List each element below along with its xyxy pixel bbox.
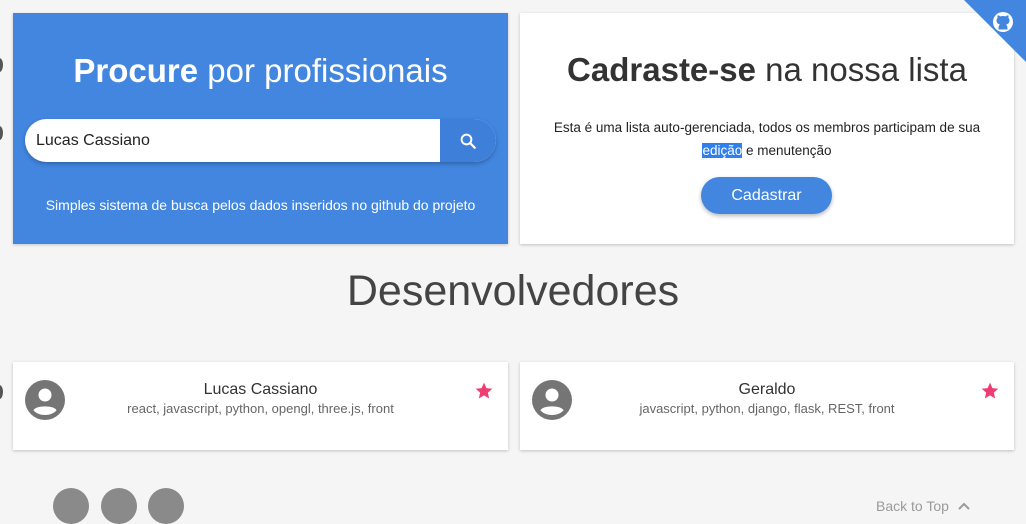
- search-title-rest: por profissionais: [207, 52, 448, 89]
- register-title: Cadraste-se na nossa lista: [520, 50, 1014, 90]
- floating-action-button[interactable]: [148, 488, 184, 524]
- github-icon: [964, 0, 1026, 62]
- back-to-top-link[interactable]: Back to Top: [876, 497, 971, 515]
- search-input[interactable]: [25, 119, 440, 162]
- register-button[interactable]: Cadastrar: [701, 177, 832, 214]
- chevron-up-icon: [958, 502, 970, 510]
- back-to-top-label: Back to Top: [876, 498, 949, 514]
- register-title-bold: Cadraste-se: [567, 51, 756, 88]
- star-icon[interactable]: [474, 381, 494, 401]
- search-button[interactable]: [440, 119, 496, 162]
- edge-decoration: [0, 126, 3, 140]
- developer-name: Lucas Cassiano: [203, 381, 318, 398]
- register-description-line1: Esta é uma lista auto-gerenciada, todos …: [553, 120, 981, 135]
- edge-decoration: [0, 58, 3, 72]
- register-description-highlight: edição: [702, 143, 743, 158]
- section-title: Desenvolvedores: [346, 267, 680, 315]
- search-title: Procure por profissionais: [13, 51, 508, 91]
- edge-decoration: [0, 385, 3, 399]
- developer-card[interactable]: Lucas Cassiano react, javascript, python…: [13, 362, 508, 450]
- register-panel: Cadraste-se na nossa lista Esta é uma li…: [520, 13, 1014, 244]
- floating-action-button[interactable]: [53, 488, 89, 524]
- register-title-rest: na nossa lista: [765, 51, 967, 88]
- github-ribbon-link[interactable]: [952, 0, 1026, 74]
- search-caption: Simples sistema de busca pelos dados ins…: [45, 197, 476, 213]
- developer-card[interactable]: Geraldo javascript, python, django, flas…: [520, 362, 1014, 450]
- search-box: [25, 119, 496, 162]
- star-icon[interactable]: [980, 381, 1000, 401]
- developer-name: Geraldo: [738, 381, 796, 398]
- search-panel: Procure por profissionais Simples sistem…: [13, 13, 508, 244]
- developer-skills: javascript, python, django, flask, REST,…: [639, 401, 895, 416]
- developer-skills: react, javascript, python, opengl, three…: [127, 401, 394, 416]
- register-description: Esta é uma lista auto-gerenciada, todos …: [536, 116, 998, 162]
- search-icon: [460, 133, 476, 149]
- search-title-bold: Procure: [73, 52, 199, 89]
- floating-action-button[interactable]: [101, 488, 137, 524]
- register-description-line2: e menutenção: [746, 143, 832, 158]
